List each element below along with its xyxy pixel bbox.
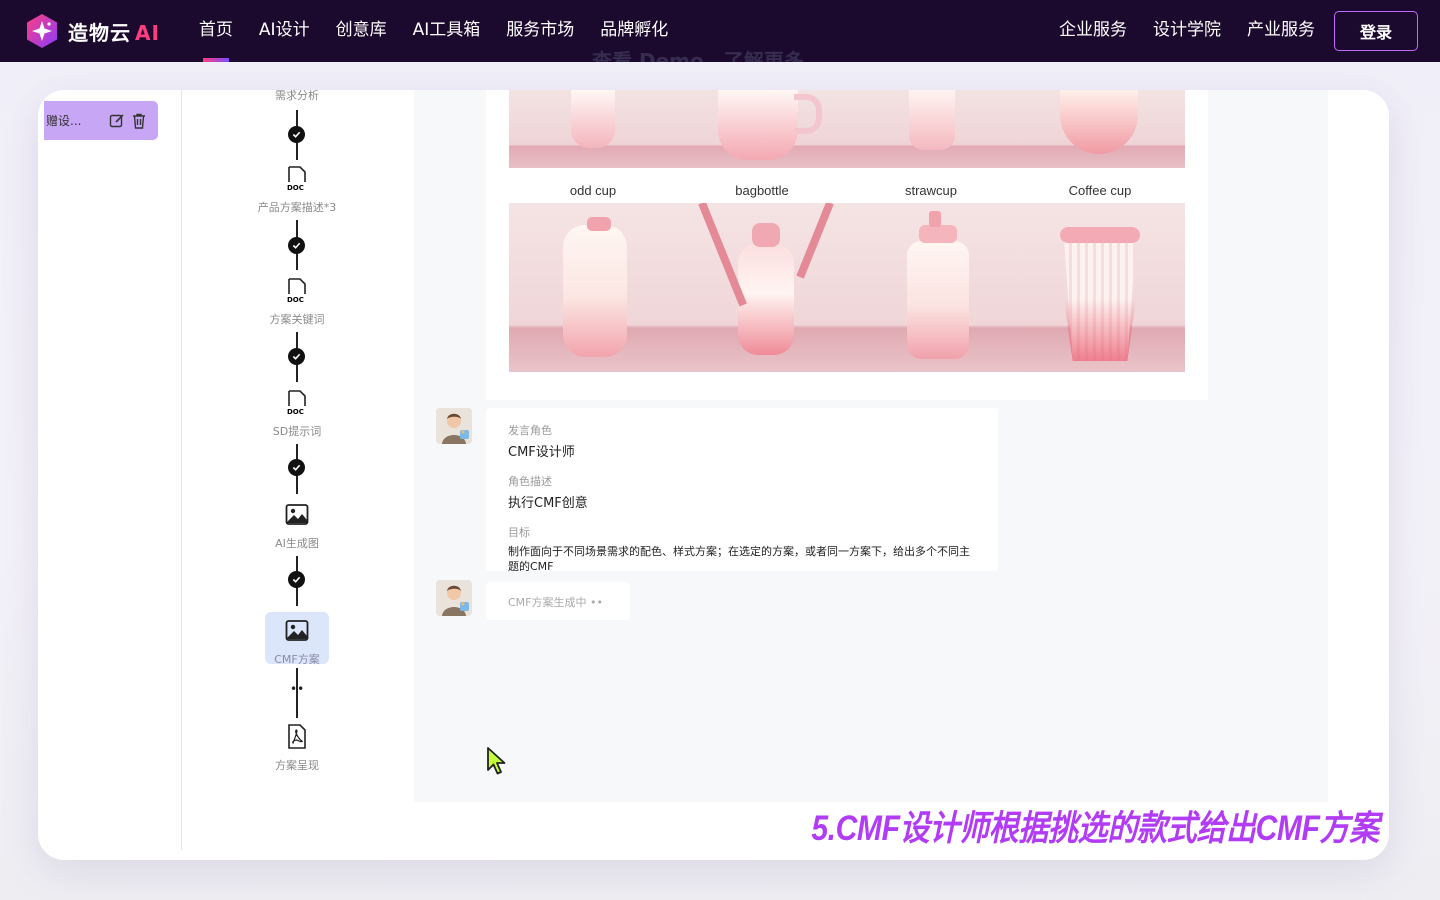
chat-panel: odd cup bagbottle strawcup Coffee cup 发言… — [414, 90, 1328, 802]
product-image[interactable] — [509, 90, 678, 168]
svg-text:DOC: DOC — [287, 184, 304, 192]
pending-indicator: •• — [290, 682, 305, 696]
product-image[interactable] — [509, 203, 678, 372]
check-icon — [288, 126, 305, 143]
check-icon — [288, 348, 305, 365]
status-message: CMF方案生成中 •• — [486, 582, 630, 620]
demo-video-frame: 赠设... 需求分析 DOC 产品方案描述*3 DOC 方案关键词 DOC SD… — [38, 90, 1389, 860]
product-gallery: odd cup bagbottle strawcup Coffee cup — [486, 90, 1208, 400]
flow-label: CMF方案 — [274, 653, 320, 666]
nav-industry[interactable]: 产业服务 — [1234, 0, 1328, 62]
desc-value: 执行CMF创意 — [508, 496, 588, 511]
goal-value: 制作面向于不同场景需求的配色、样式方案；在选定的方案，或者同一方案下，给出多个不… — [508, 545, 970, 573]
product-image[interactable] — [1016, 203, 1185, 372]
sidebar-divider — [181, 90, 182, 850]
flow-label: 方案呈现 — [275, 759, 319, 772]
flow-node-partial: 需求分析 — [275, 90, 319, 102]
delete-icon[interactable] — [130, 112, 148, 130]
nav-ai-design[interactable]: AI设计 — [246, 0, 323, 62]
nav-home[interactable]: 首页 — [186, 0, 246, 62]
nav-idea-library[interactable]: 创意库 — [323, 0, 400, 62]
role-value: CMF设计师 — [508, 445, 575, 460]
image-icon — [285, 620, 309, 641]
flow-node-cmf[interactable]: CMF方案 — [265, 612, 329, 666]
cmf-designer-avatar — [436, 580, 472, 616]
cmf-designer-avatar — [436, 408, 472, 444]
flow-node-keywords[interactable]: DOC 方案关键词 — [256, 278, 338, 327]
product-caption: strawcup — [904, 183, 958, 198]
nav-enterprise[interactable]: 企业服务 — [1046, 0, 1140, 62]
doc-icon: DOC — [287, 166, 306, 192]
flow-label: SD提示词 — [272, 425, 322, 438]
check-icon — [288, 237, 305, 254]
check-icon — [288, 571, 305, 588]
flow-node-sd-prompt[interactable]: DOC SD提示词 — [256, 390, 338, 439]
product-caption: bagbottle — [735, 183, 789, 198]
svg-text:DOC: DOC — [287, 296, 304, 304]
product-image[interactable] — [847, 203, 1016, 372]
product-caption: Coffee cup — [1068, 183, 1132, 198]
flow-label: 产品方案描述*3 — [257, 201, 337, 214]
product-image[interactable] — [847, 90, 1016, 168]
role-message: 发言角色 CMF设计师 角色描述 执行CMF创意 目标 制作面向于不同场景需求的… — [486, 408, 998, 573]
video-subtitle: 5.CMF设计师根据挑选的款式给出CMF方案 — [811, 809, 1380, 848]
nav-ai-toolbox[interactable]: AI工具箱 — [400, 0, 494, 62]
flow-label: AI生成图 — [275, 537, 319, 550]
image-icon — [285, 504, 309, 525]
flow-label: 方案关键词 — [269, 313, 325, 326]
product-caption: odd cup — [569, 183, 617, 198]
product-image[interactable] — [678, 203, 847, 372]
workflow-steps: 需求分析 DOC 产品方案描述*3 DOC 方案关键词 DOC SD提示词 AI… — [256, 90, 376, 860]
nav-service-market[interactable]: 服务市场 — [493, 0, 587, 62]
generating-status: CMF方案生成中 •• — [508, 596, 603, 609]
role-field-label: 发言角色 — [508, 424, 552, 437]
pdf-icon — [288, 724, 306, 749]
nav-design-academy[interactable]: 设计学院 — [1140, 0, 1234, 62]
brand-name: 造物云 AI — [68, 20, 160, 45]
session-label: 赠设... — [46, 114, 82, 128]
mouse-cursor-icon — [487, 747, 506, 775]
edit-icon[interactable] — [108, 112, 126, 130]
product-image[interactable] — [678, 90, 847, 168]
flow-node-ai-image[interactable]: AI生成图 — [256, 502, 338, 551]
session-list-item[interactable]: 赠设... — [44, 101, 158, 140]
desc-field-label: 角色描述 — [508, 475, 552, 488]
brand-logo[interactable]: 造物云 AI — [24, 13, 160, 49]
demo-heading: 查看 Demo，了解更多 — [592, 49, 804, 62]
goal-field-label: 目标 — [508, 526, 530, 539]
check-icon — [288, 459, 305, 476]
flow-node-product-desc[interactable]: DOC 产品方案描述*3 — [256, 166, 338, 215]
doc-icon: DOC — [287, 278, 306, 304]
svg-text:DOC: DOC — [287, 408, 304, 416]
logo-mark-icon — [27, 14, 57, 48]
flow-node-presentation[interactable]: 方案呈现 — [256, 724, 338, 773]
nav-right: 企业服务 设计学院 产业服务 登录 — [1046, 0, 1440, 62]
login-button[interactable]: 登录 — [1334, 11, 1418, 51]
doc-icon: DOC — [287, 390, 306, 416]
product-image[interactable] — [1016, 90, 1185, 168]
